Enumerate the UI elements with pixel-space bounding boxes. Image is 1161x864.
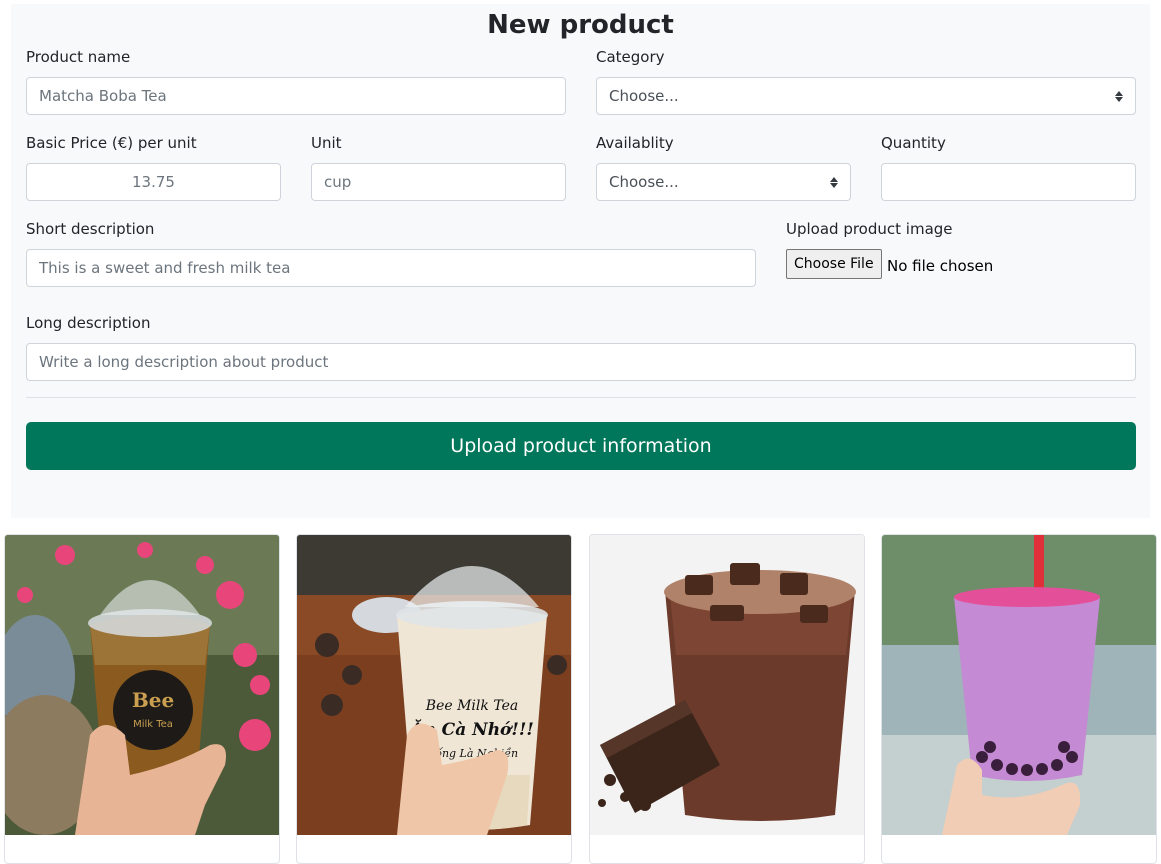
cup-logo-subtext: Milk Tea [133,719,173,730]
product-card[interactable]: Bee Milk Tea [4,534,280,864]
bee-milk-tea-photo: Bee Milk Tea Ăn Cà Nhớ!!! Uống Là Nghiền [297,535,571,835]
long-description-input[interactable] [26,343,1136,381]
product-card[interactable] [589,534,865,864]
bee-milk-tea-photo: Bee Milk Tea [5,535,279,835]
availability-label: Availablity [596,134,674,152]
availability-select[interactable]: Choose... [596,163,851,201]
select-arrows-icon [830,176,838,188]
quantity-input[interactable] [881,163,1136,201]
quantity-label: Quantity [881,134,946,152]
taro-boba-photo [882,535,1156,835]
cup-logo-text: Bee [132,688,174,712]
select-arrows-icon [1115,90,1123,102]
upload-image-label: Upload product image [786,220,953,238]
product-name-label: Product name [26,48,131,66]
category-selected-value: Choose... [609,87,679,105]
upload-product-button[interactable]: Upload product information [26,422,1136,470]
long-description-label: Long description [26,314,151,332]
chocolate-drink-photo [590,535,864,835]
new-product-form: New product Product name Category Choose… [11,4,1150,518]
cup-print-title: Bee Milk Tea [425,698,518,714]
price-input[interactable] [26,163,281,201]
product-card[interactable] [881,534,1157,864]
unit-label: Unit [311,134,342,152]
choose-file-button[interactable]: Choose File [786,249,882,279]
category-select[interactable]: Choose... [596,77,1136,115]
availability-selected-value: Choose... [609,173,679,191]
product-name-input[interactable] [26,77,566,115]
short-description-label: Short description [26,220,155,238]
form-divider [26,397,1136,398]
file-status-text: No file chosen [887,257,994,275]
product-card[interactable]: Bee Milk Tea Ăn Cà Nhớ!!! Uống Là Nghiền [296,534,572,864]
unit-input[interactable] [311,163,566,201]
category-label: Category [596,48,665,66]
price-label: Basic Price (€) per unit [26,134,197,152]
short-description-input[interactable] [26,249,756,287]
form-title: New product [487,10,674,40]
